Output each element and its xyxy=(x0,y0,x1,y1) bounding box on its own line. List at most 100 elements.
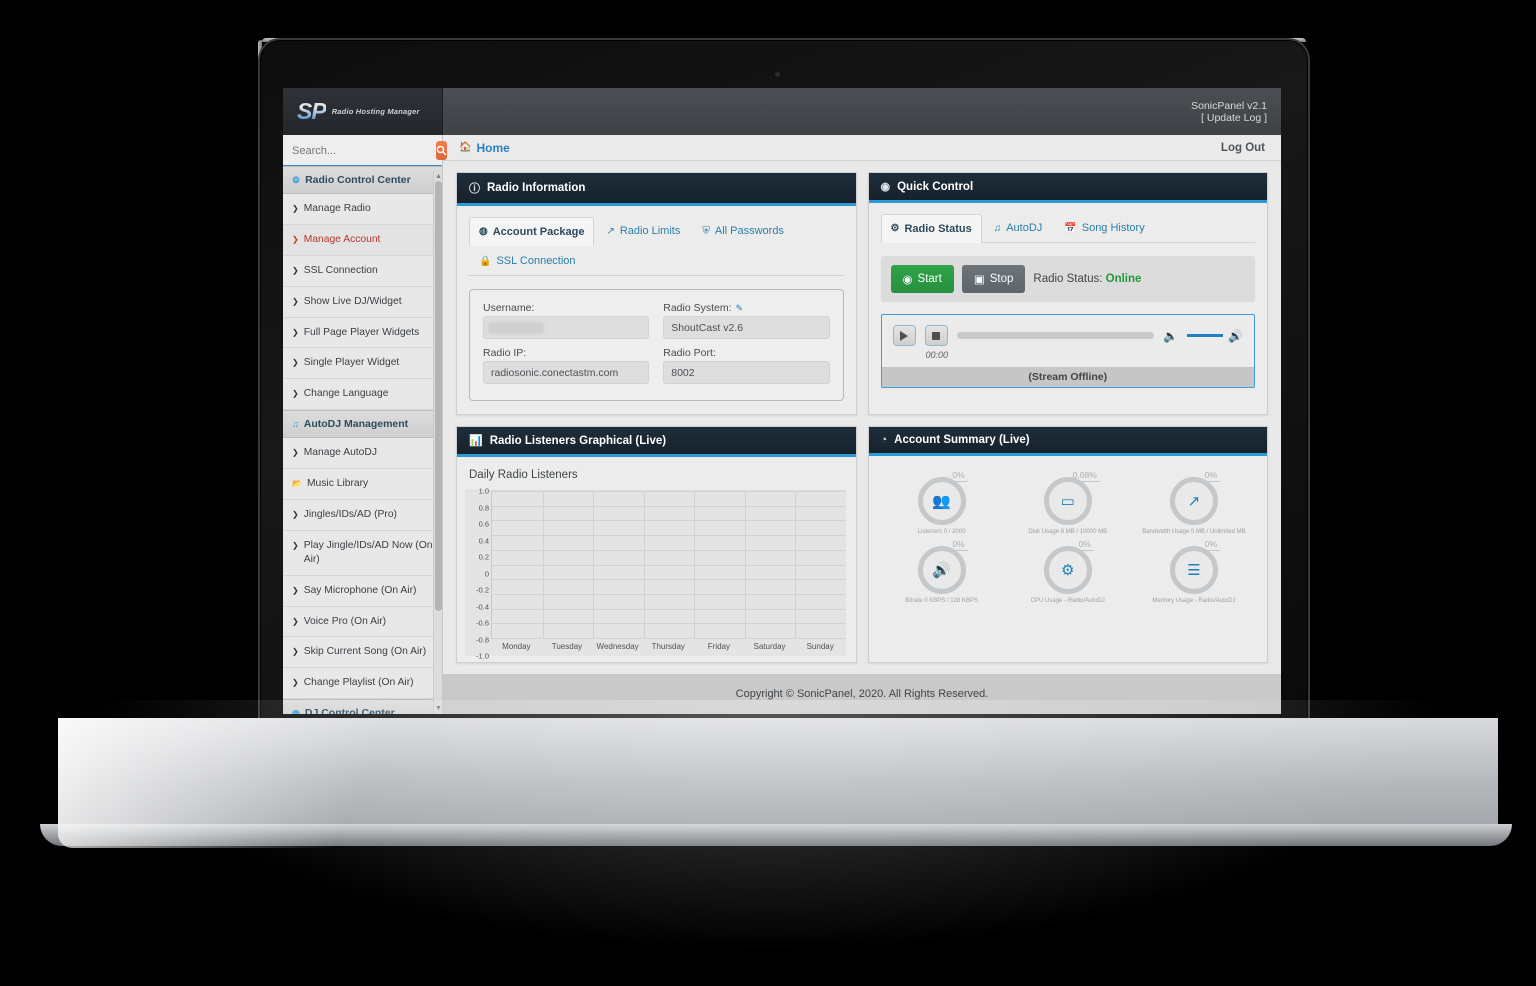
tab-label: Song History xyxy=(1081,222,1145,234)
sidebar-item-play-jingle-ids-ad-now-on-air[interactable]: ❯ Play Jingle/IDs/AD Now (On Air) xyxy=(283,530,442,576)
scroll-up-arrow[interactable]: ▲ xyxy=(435,173,442,180)
account-summary-title: Account Summary (Live) xyxy=(894,434,1030,446)
volume-down-icon[interactable]: 🔈 xyxy=(1163,329,1178,343)
quick-control-body: ⚙ Radio Status ♫ AutoDJ 📅 Song History ◉ Star… xyxy=(869,203,1268,414)
chart-subtitle: Daily Radio Listeners xyxy=(465,465,846,491)
calendar-icon: 📅 xyxy=(1064,222,1077,234)
sidebar-section-label: DJ Control Center xyxy=(304,707,395,714)
chevron-circle-right-icon: ❯ xyxy=(292,510,299,520)
tab-autodj[interactable]: ♫ AutoDJ xyxy=(984,214,1053,242)
stop-button[interactable]: ▣ Stop xyxy=(961,265,1026,293)
tab-song-history[interactable]: 📅 Song History xyxy=(1054,214,1154,242)
volume-slider[interactable]: 🔊 xyxy=(1187,329,1243,343)
tab-account-package[interactable]: ◍ Account Package xyxy=(469,217,595,246)
chevron-circle-right-icon: ❯ xyxy=(292,327,299,337)
gauge-ring: 👥 xyxy=(917,477,966,525)
tab-ssl-connection[interactable]: 🔒 SSL Connection xyxy=(469,247,586,275)
chevron-circle-right-icon: ❯ xyxy=(292,585,299,595)
sidebar-item-ssl-connection[interactable]: ❯ SSL Connection xyxy=(283,255,442,287)
gauge-label: CPU Usage - Radio/AutoDJ xyxy=(1030,598,1105,604)
tab-label: Account Package xyxy=(492,225,585,238)
gauge-5: 0% ☰ Memory Usage - Radio/AutoDJ xyxy=(1133,539,1255,604)
gauge-4: 0% ⚙ CPU Usage - Radio/AutoDJ xyxy=(1007,539,1129,604)
gauge-label: Memory Usage - Radio/AutoDJ xyxy=(1152,598,1236,604)
chart-y-tick: -1.0 xyxy=(476,651,489,661)
gauge-ring: ▭ xyxy=(1043,477,1092,525)
field-label: Radio System: ✎ xyxy=(663,302,744,314)
chart-gridline-h xyxy=(492,520,846,522)
stop-circle-icon: ▣ xyxy=(973,274,985,286)
sidebar-item-single-player-widget[interactable]: ❯ Single Player Widget xyxy=(283,348,442,380)
play-circle-icon: ◉ xyxy=(902,274,913,286)
start-button[interactable]: ◉ Start xyxy=(890,265,954,293)
sidebar-item-label: Voice Pro (On Air) xyxy=(303,615,387,627)
sidebar-item-label: SSL Connection xyxy=(303,264,378,276)
laptop-screen: SP Radio Hosting Manager SonicPanel v2.1… xyxy=(283,88,1281,714)
sidebar-item-label: Skip Current Song (On Air) xyxy=(303,646,427,658)
sidebar-section-header[interactable]: ◍ DJ Control Center xyxy=(283,699,442,714)
gear-icon: ⚙ xyxy=(1061,562,1075,579)
radio-status-bar: ◉ Start ▣ Stop Radio Status: Online xyxy=(880,256,1255,302)
sidebar-item-say-microphone-on-air[interactable]: ❯ Say Microphone (On Air) xyxy=(283,575,442,607)
sidebar-item-jingles-ids-ad-pro[interactable]: ❯ Jingles/IDs/AD (Pro) xyxy=(283,500,442,531)
logout-button[interactable]: Log Out xyxy=(1221,142,1265,154)
chevron-circle-right-icon: ❯ xyxy=(292,678,299,688)
pencil-icon[interactable]: ✎ xyxy=(736,303,744,314)
stream-player: 🔈 🔊 00:00 (Stream Offline) xyxy=(880,314,1255,388)
sidebar-item-label: Change Language xyxy=(303,388,389,400)
sidebar-item-music-library[interactable]: 📂 Music Library xyxy=(283,469,442,501)
volume-up-icon[interactable]: 🔊 xyxy=(1228,329,1243,343)
player-controls: 🔈 🔊 xyxy=(882,315,1255,350)
sidebar-item-skip-current-song-on-air[interactable]: ❯ Skip Current Song (On Air) xyxy=(283,637,442,669)
sidebar-item-show-live-dj-widget[interactable]: ❯ Show Live DJ/Widget xyxy=(283,286,442,318)
sidebar-item-label: Music Library xyxy=(306,478,369,490)
sidebar-scroll-thumb[interactable] xyxy=(435,181,442,611)
field-value-0[interactable] xyxy=(483,316,650,339)
sidebar-section-label: Radio Control Center xyxy=(305,174,411,186)
chart-line-icon: ↗ xyxy=(1187,493,1201,510)
sidebar-item-voice-pro-on-air[interactable]: ❯ Voice Pro (On Air) xyxy=(283,606,442,638)
tab-label: Radio Limits xyxy=(619,225,681,237)
sidebar-section-header[interactable]: ⚙ Radio Control Center xyxy=(283,166,442,194)
chevron-circle-right-icon: ❯ xyxy=(292,616,299,626)
sidebar-scrollbar[interactable]: ▲ ▼ xyxy=(433,171,442,714)
sidebar-item-change-language[interactable]: ❯ Change Language xyxy=(283,379,442,411)
field-value-1[interactable]: ShoutCast v2.6 xyxy=(663,316,830,339)
breadcrumb[interactable]: 🏠 Home xyxy=(459,141,510,155)
chevron-circle-right-icon: ❯ xyxy=(292,234,299,244)
sidebar-item-label: Change Playlist (On Air) xyxy=(303,677,414,689)
scroll-down-arrow[interactable]: ▼ xyxy=(435,705,442,712)
tab-radio-status[interactable]: ⚙ Radio Status xyxy=(880,214,982,243)
sidebar-section-header[interactable]: ♫ AutoDJ Management xyxy=(283,410,442,439)
tab-radio-limits[interactable]: ↗ Radio Limits xyxy=(596,217,690,245)
chart-gridline-h xyxy=(492,593,846,595)
radio-information-fields: Username: Radio System: ✎ ShoutCast v2.6 Ra… xyxy=(469,289,844,401)
gauge-ring: ⚙ xyxy=(1043,546,1092,594)
brand-logo[interactable]: SP Radio Hosting Manager xyxy=(283,88,443,135)
chart-gridline-v xyxy=(542,491,544,638)
sidebar-item-label: Play Jingle/IDs/AD Now (On Air) xyxy=(303,539,433,565)
tab-label: SSL Connection xyxy=(496,255,576,267)
sidebar-item-manage-autodj[interactable]: ❯ Manage AutoDJ xyxy=(283,438,442,470)
player-time: 00:00 xyxy=(925,350,949,360)
tab-all-passwords[interactable]: ⛨ All Passwords xyxy=(692,217,794,245)
sidebar-item-full-page-player-widgets[interactable]: ❯ Full Page Player Widgets xyxy=(283,317,442,349)
seek-slider[interactable] xyxy=(956,332,1155,339)
account-summary-header: ◔ Account Summary (Live) xyxy=(868,427,1267,456)
search-icon[interactable] xyxy=(436,141,447,160)
chart-x-tick: Tuesday xyxy=(551,642,583,651)
sidebar-item-change-playlist-on-air[interactable]: ❯ Change Playlist (On Air) xyxy=(283,668,442,700)
field-value-3[interactable]: 8002 xyxy=(663,361,830,384)
field-value-2[interactable]: radiosonic.conectastm.com xyxy=(483,361,650,384)
gauge-0: 0% 👥 Listeners 0 / 2000 xyxy=(881,470,1003,535)
chart-y-tick: -0.4 xyxy=(476,602,489,611)
stop-icon[interactable] xyxy=(924,325,948,346)
footer: Copyright © SonicPanel, 2020. All Rights… xyxy=(443,674,1281,714)
brand-tagline: Radio Hosting Manager xyxy=(331,107,420,116)
sidebar-item-manage-account[interactable]: ❯ Manage Account xyxy=(283,224,442,256)
search-input[interactable] xyxy=(290,141,436,160)
sidebar-item-manage-radio[interactable]: ❯ Manage Radio xyxy=(283,194,442,225)
play-icon[interactable] xyxy=(892,325,916,346)
update-log-link[interactable]: [ Update Log ] xyxy=(1201,112,1267,124)
sidebar-section-label: AutoDJ Management xyxy=(303,418,409,431)
